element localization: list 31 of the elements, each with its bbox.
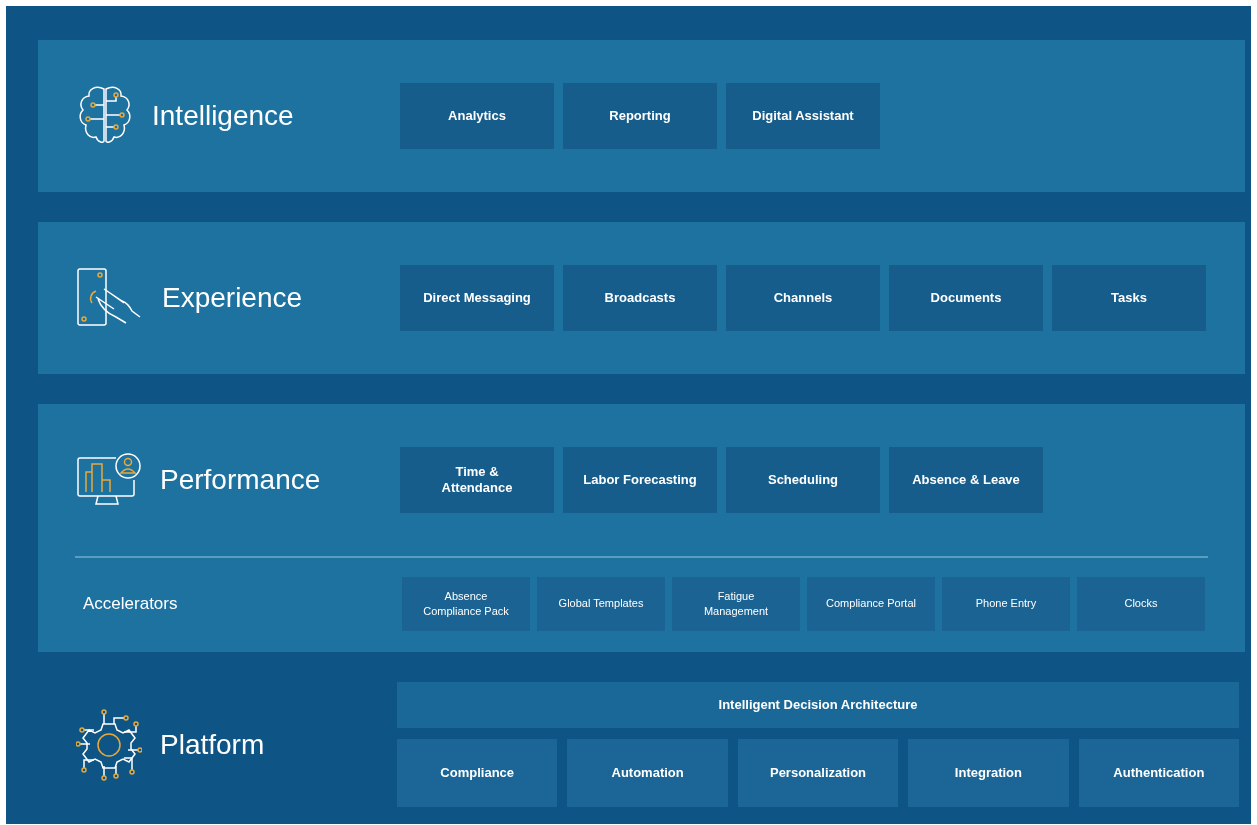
- module-tile: Scheduling: [726, 447, 880, 513]
- module-tile: Integration: [908, 739, 1069, 807]
- layer-title: Platform: [160, 727, 265, 762]
- module-tile: Personalization: [737, 739, 899, 807]
- module-tile: Absence & Leave: [889, 447, 1043, 513]
- module-tile: Broadcasts: [563, 265, 717, 331]
- module-tile: Phone Entry: [942, 577, 1070, 631]
- module-tile: Automation: [567, 739, 728, 807]
- monitor-chart-icon: [76, 452, 142, 508]
- module-tile: Time & Attendance: [400, 447, 554, 513]
- module-tile: Tasks: [1052, 265, 1206, 331]
- module-tile: Authentication: [1078, 739, 1240, 807]
- module-tile: Digital Assistant: [726, 83, 880, 149]
- module-tile: Intelligent Decision Architecture: [397, 682, 1239, 728]
- module-tile: Global Templates: [537, 577, 665, 631]
- accelerators-label: Accelerators: [82, 593, 179, 616]
- layer-title: Performance: [160, 463, 321, 497]
- layer-title: Experience: [162, 281, 303, 315]
- module-tile: Compliance Portal: [807, 577, 935, 631]
- module-tile: Clocks: [1077, 577, 1205, 631]
- module-tile: Channels: [726, 265, 880, 331]
- module-tile: Reporting: [563, 83, 717, 149]
- gear-circuit-icon: [76, 707, 142, 782]
- module-tile: Labor Forecasting: [563, 447, 717, 513]
- module-tile: Direct Messaging: [400, 265, 554, 331]
- module-tile: Absence Compliance Pack: [402, 577, 530, 631]
- module-tile: Compliance: [397, 739, 558, 807]
- module-tile: Documents: [889, 265, 1043, 331]
- module-tile: Analytics: [400, 83, 554, 149]
- layer-title: Intelligence: [152, 99, 294, 133]
- module-tile: Fatigue Management: [672, 577, 800, 631]
